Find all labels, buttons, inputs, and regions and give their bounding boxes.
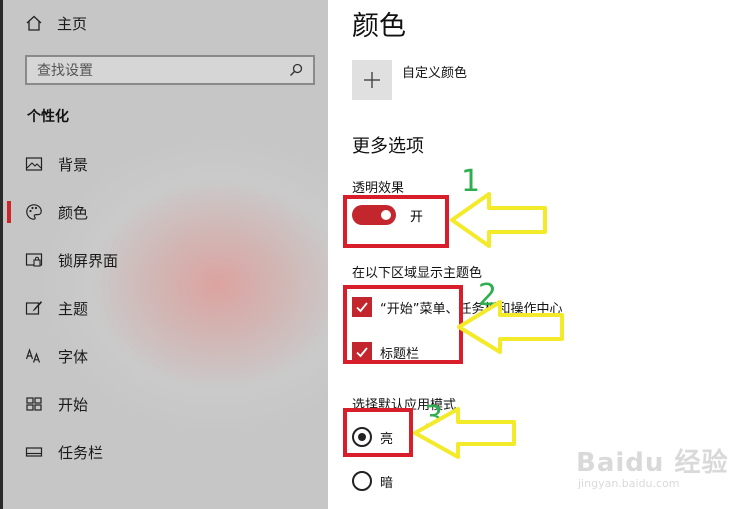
sidebar-item-fonts[interactable]: 字体 [3, 332, 328, 380]
sidebar: 主页 查找设置 个性化 背景 颜色 锁屏界面 主题 字体 开始 任务栏 [0, 0, 328, 509]
search-input[interactable]: 查找设置 [25, 55, 315, 85]
search-placeholder: 查找设置 [37, 63, 93, 79]
watermark-brand: Baidu 经验 [576, 448, 729, 478]
sidebar-item-colors[interactable]: 颜色 [3, 188, 328, 236]
sidebar-item-label: 字体 [58, 347, 89, 366]
annotation-box-3 [343, 408, 413, 457]
custom-color-button[interactable] [352, 60, 392, 100]
picture-icon [25, 157, 43, 171]
sidebar-item-start[interactable]: 开始 [3, 380, 328, 428]
annotation-arrow-2-icon [457, 300, 564, 354]
start-grid-icon [26, 397, 42, 411]
sidebar-item-themes[interactable]: 主题 [3, 284, 328, 332]
more-options-title: 更多选项 [352, 136, 424, 157]
watermark: Baidu 经验 jingyan.baidu.com [576, 442, 728, 490]
plus-icon [364, 72, 380, 88]
dark-mode-radio-row: 暗 [352, 471, 393, 491]
annotation-arrow-3-icon [413, 407, 516, 459]
sidebar-nav: 背景 颜色 锁屏界面 主题 字体 开始 任务栏 [3, 140, 328, 476]
sidebar-item-label: 锁屏界面 [58, 251, 119, 270]
sidebar-item-background[interactable]: 背景 [3, 140, 328, 188]
sidebar-item-label: 颜色 [58, 203, 89, 222]
theme-brush-icon [25, 301, 42, 315]
custom-color-label: 自定义颜色 [402, 66, 468, 81]
font-icon [25, 348, 41, 363]
lock-screen-icon [25, 253, 43, 267]
home-label: 主页 [57, 14, 88, 33]
annotation-arrow-1-icon [450, 192, 547, 248]
dark-mode-radio[interactable] [352, 471, 372, 491]
page-title: 颜色 [352, 11, 406, 42]
palette-icon [26, 204, 42, 220]
custom-color-row: 自定义颜色 [352, 60, 467, 100]
search-icon[interactable] [289, 63, 303, 77]
home-icon [26, 15, 42, 31]
accent-surfaces-label: 在以下区域显示主题色 [352, 266, 483, 281]
annotation-box-2 [343, 285, 463, 364]
sidebar-item-taskbar[interactable]: 任务栏 [3, 428, 328, 476]
dark-mode-label: 暗 [380, 475, 394, 491]
transparency-label: 透明效果 [352, 181, 405, 196]
section-title: 个性化 [27, 109, 69, 125]
taskbar-icon [25, 447, 43, 457]
sidebar-item-lock-screen[interactable]: 锁屏界面 [3, 236, 328, 284]
sidebar-item-label: 主题 [58, 299, 89, 318]
sidebar-item-label: 背景 [58, 155, 89, 174]
annotation-box-1 [343, 195, 449, 248]
sidebar-item-label: 开始 [58, 395, 89, 414]
home-link[interactable]: 主页 [25, 10, 87, 36]
sidebar-item-label: 任务栏 [58, 443, 104, 462]
